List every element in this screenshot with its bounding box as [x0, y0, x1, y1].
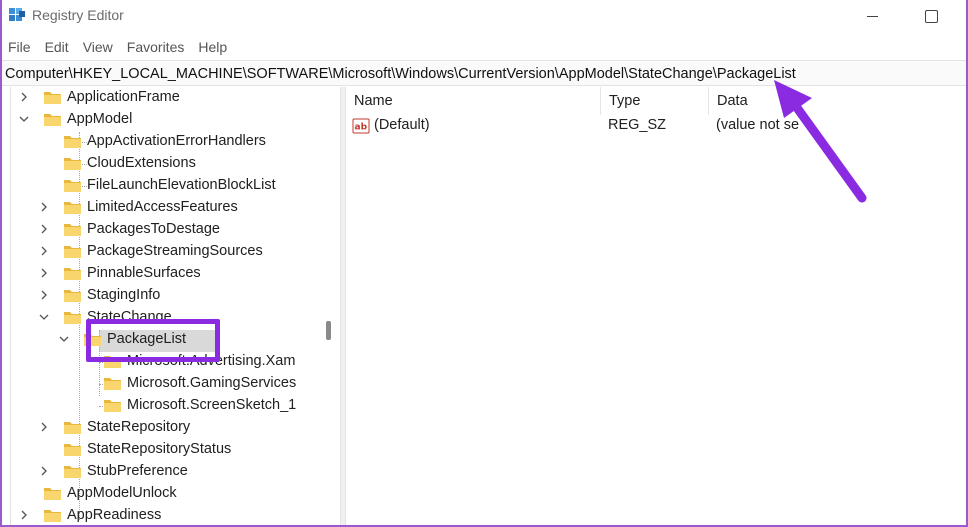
tree-scrollbar[interactable] — [321, 87, 341, 525]
chevron-right-icon[interactable] — [39, 290, 49, 300]
tree-item-microsoft-screensketch-1[interactable]: Microsoft.ScreenSketch_1 — [11, 395, 311, 417]
tree-item-label: ApplicationFrame — [67, 89, 180, 105]
tree-item-stubpreference[interactable]: StubPreference — [11, 461, 311, 483]
folder-icon — [64, 422, 81, 434]
chevron-right-icon[interactable] — [19, 510, 29, 520]
chevron-down-icon[interactable] — [19, 114, 29, 124]
folder-icon — [64, 224, 81, 236]
folder-icon — [44, 92, 61, 104]
tree-item-label: Microsoft.GamingServices — [127, 375, 297, 391]
chevron-right-icon[interactable] — [39, 422, 49, 432]
tree-item-label: AppReadiness — [67, 507, 162, 523]
tree-item-label: CloudExtensions — [87, 155, 196, 171]
chevron-right-icon[interactable] — [19, 92, 29, 102]
folder-icon — [64, 312, 81, 324]
folder-icon — [64, 180, 81, 192]
tree-item-filelaunchelevationblocklist[interactable]: FileLaunchElevationBlockList — [11, 175, 311, 197]
menu-view[interactable]: View — [77, 34, 121, 58]
tree-item-label: FileLaunchElevationBlockList — [87, 177, 276, 193]
address-input[interactable] — [5, 64, 955, 84]
folder-icon — [64, 290, 81, 302]
tree-scrollbar-thumb[interactable] — [326, 321, 331, 340]
chevron-right-icon[interactable] — [39, 268, 49, 278]
tree-item-label: AppModelUnlock — [67, 485, 177, 501]
tree-item-label: AppModel — [67, 111, 133, 127]
tree-item-staterepository[interactable]: StateRepository — [11, 417, 311, 439]
chevron-right-icon[interactable] — [39, 202, 49, 212]
registry-editor-app-icon — [9, 8, 25, 21]
chevron-right-icon[interactable] — [39, 466, 49, 476]
chevron-right-icon[interactable] — [39, 224, 49, 234]
registry-editor-window: Registry Editor File Edit View Favorites… — [0, 0, 968, 527]
tree-item-pinnablesurfaces[interactable]: PinnableSurfaces — [11, 263, 311, 285]
packagelist-callout-box — [86, 319, 220, 362]
title-bar: Registry Editor — [2, 0, 966, 32]
svg-text:ab: ab — [355, 123, 368, 133]
tree-item-cloudextensions[interactable]: CloudExtensions — [11, 153, 311, 175]
folder-icon — [104, 378, 121, 390]
registry-tree: ApplicationFrame AppModel AppActivationErr… — [10, 87, 340, 525]
column-header-name[interactable]: Name — [346, 87, 600, 115]
tree-item-limitedaccessfeatures[interactable]: LimitedAccessFeatures — [11, 197, 311, 219]
value-data: (value not se — [716, 117, 800, 133]
chevron-right-icon[interactable] — [39, 246, 49, 256]
folder-icon — [64, 466, 81, 478]
folder-icon — [44, 510, 61, 522]
folder-icon — [64, 246, 81, 258]
tree-item-appreadiness[interactable]: AppReadiness — [11, 505, 311, 525]
minimize-button[interactable] — [850, 0, 896, 32]
address-bar — [2, 60, 966, 86]
tree-item-label: StateRepositoryStatus — [87, 441, 232, 457]
column-header-data[interactable]: Data — [708, 87, 966, 115]
tree-item-label: StateRepository — [87, 419, 191, 435]
tree-item-appmodel[interactable]: AppModel — [11, 109, 311, 131]
tree-item-appmodelunlock[interactable]: AppModelUnlock — [11, 483, 311, 505]
values-list: Name Type Data ab (Default) REG_SZ (valu… — [346, 87, 966, 525]
folder-icon — [64, 444, 81, 456]
folder-icon — [104, 400, 121, 412]
tree-item-label: PackageStreamingSources — [87, 243, 263, 259]
tree-item-label: AppActivationErrorHandlers — [87, 133, 266, 149]
value-name: (Default) — [374, 117, 430, 133]
tree-item-packagestodestage[interactable]: PackagesToDestage — [11, 219, 311, 241]
chevron-down-icon[interactable] — [39, 312, 49, 322]
tree-item-label: PackagesToDestage — [87, 221, 220, 237]
folder-icon — [64, 268, 81, 280]
tree-item-staterepositorystatus[interactable]: StateRepositoryStatus — [11, 439, 311, 461]
string-value-icon: ab — [352, 118, 370, 134]
tree-item-appactivationerrorhandlers[interactable]: AppActivationErrorHandlers — [11, 131, 311, 153]
folder-icon — [44, 114, 61, 126]
folder-icon — [64, 136, 81, 148]
tree-item-staginginfo[interactable]: StagingInfo — [11, 285, 311, 307]
tree-item-packagestreamingsources[interactable]: PackageStreamingSources — [11, 241, 311, 263]
value-row-default[interactable]: ab (Default) REG_SZ (value not se — [346, 115, 966, 137]
value-type: REG_SZ — [608, 117, 667, 133]
menu-bar: File Edit View Favorites Help — [2, 34, 235, 58]
tree-item-label: Microsoft.ScreenSketch_1 — [127, 397, 297, 413]
menu-favorites[interactable]: Favorites — [121, 34, 193, 58]
folder-icon — [44, 488, 61, 500]
menu-edit[interactable]: Edit — [39, 34, 77, 58]
tree-item-label: StubPreference — [87, 463, 188, 479]
chevron-down-icon[interactable] — [59, 334, 69, 344]
maximize-button[interactable] — [908, 0, 954, 32]
tree-item-label: StagingInfo — [87, 287, 161, 303]
menu-file[interactable]: File — [2, 34, 39, 58]
column-header-type[interactable]: Type — [600, 87, 708, 115]
folder-icon — [64, 202, 81, 214]
tree-item-applicationframe[interactable]: ApplicationFrame — [11, 87, 311, 109]
tree-item-label: LimitedAccessFeatures — [87, 199, 238, 215]
tree-item-microsoft-gamingservices[interactable]: Microsoft.GamingServices — [11, 373, 311, 395]
tree-item-label: PinnableSurfaces — [87, 265, 201, 281]
window-title: Registry Editor — [32, 7, 124, 23]
folder-icon — [64, 158, 81, 170]
menu-help[interactable]: Help — [192, 34, 235, 58]
